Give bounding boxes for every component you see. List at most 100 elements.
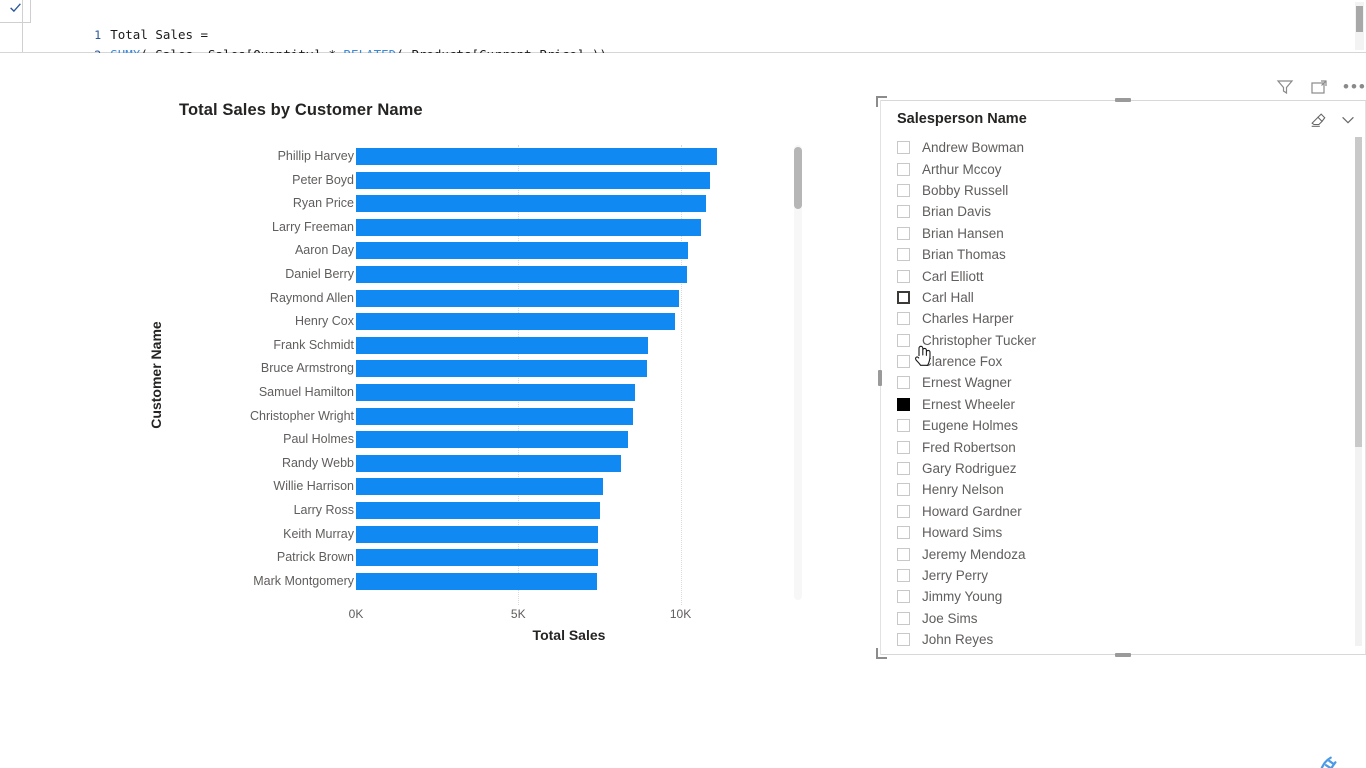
slicer-item[interactable]: Andrew Bowman [891,137,1347,158]
slicer-item[interactable]: Charles Harper [891,308,1347,329]
slicer-item[interactable]: John Reyes [891,629,1347,650]
chart-bar[interactable] [356,384,636,401]
checkbox-icon[interactable] [897,419,910,433]
chart-bar[interactable] [356,266,687,283]
chart-vertical-scrollbar[interactable] [794,145,802,600]
chart-bar[interactable] [356,242,688,260]
slicer-item[interactable]: Gary Rodriguez [891,458,1347,479]
checkbox-icon[interactable] [897,483,910,497]
salesperson-slicer[interactable]: Salesperson Name Andrew Bowman Arthur Mcc… [876,96,1366,659]
slicer-header-tools[interactable] [1309,111,1357,129]
formula-editor[interactable]: 1Total Sales = 2SUMX( Sales, Sales[Quant… [22,0,1336,62]
chart-bar[interactable] [356,148,717,165]
checkbox-icon[interactable] [897,162,910,176]
bar-chart-visual[interactable]: Total Sales by Customer Name Customer Na… [148,93,825,653]
chart-bar[interactable] [356,360,647,378]
slicer-item[interactable]: Henry Nelson [891,479,1347,500]
checkmark-icon [9,2,21,12]
resize-handle-top[interactable] [1115,98,1131,102]
resize-handle-bottom[interactable] [1115,653,1131,657]
checkbox-icon[interactable] [897,226,910,240]
slicer-item-label: Bobby Russell [922,182,1009,198]
checkbox-icon[interactable] [897,462,910,476]
focus-mode-icon[interactable] [1309,77,1329,97]
checkbox-icon[interactable] [897,569,910,582]
slicer-item[interactable]: Carl Hall [891,287,1347,308]
checkbox-icon[interactable] [897,633,910,647]
category-label: Larry Freeman [272,219,354,234]
slicer-item-label: Ernest Wheeler [922,396,1016,412]
chart-bar[interactable] [356,572,597,590]
slicer-item[interactable]: Brian Hansen [891,223,1347,244]
slicer-item-label: Henry Nelson [922,482,1004,498]
chart-bar[interactable] [356,313,676,331]
slicer-item[interactable]: Brian Davis [891,201,1347,222]
checkbox-icon[interactable] [897,355,910,369]
checkbox-icon[interactable] [897,205,910,219]
dna-helix-icon [1320,756,1337,768]
chart-bar[interactable] [356,171,711,189]
checkbox-icon[interactable] [897,183,910,197]
slicer-item[interactable]: Eugene Holmes [891,415,1347,436]
slicer-item[interactable]: Jerry Perry [891,565,1347,586]
slicer-item[interactable]: Jeremy Mendoza [891,543,1347,564]
chart-bar[interactable] [356,195,706,213]
checkbox-icon[interactable] [897,590,910,604]
checkbox-icon[interactable] [897,290,910,304]
filter-funnel-icon[interactable] [1275,77,1295,97]
checkbox-icon[interactable] [897,269,910,283]
scrollbar-thumb[interactable] [1356,6,1363,32]
chart-bar[interactable] [356,431,628,449]
resize-handle-left[interactable] [878,369,882,386]
resize-handle-top-left[interactable] [876,96,887,107]
slicer-item[interactable]: Brian Thomas [891,244,1347,265]
checkbox-icon[interactable] [897,141,910,155]
chart-bar[interactable] [356,502,600,519]
checkbox-icon[interactable] [897,333,910,347]
checkbox-icon[interactable] [897,397,910,411]
slicer-item[interactable]: Howard Gardner [891,501,1347,522]
checkbox-icon[interactable] [897,248,910,262]
slicer-item[interactable]: Fred Robertson [891,436,1347,457]
slicer-item-list[interactable]: Andrew Bowman Arthur Mccoy Bobby Russell Br… [891,137,1347,648]
slicer-item-label: Howard Sims [922,525,1003,541]
chart-bar[interactable] [356,549,599,567]
formula-bar-scrollbar[interactable] [1355,2,1364,50]
checkbox-icon[interactable] [897,611,910,625]
category-label: Mark Montgomery [253,573,354,588]
slicer-vertical-scrollbar[interactable] [1355,137,1362,646]
scrollbar-thumb[interactable] [794,147,802,209]
checkbox-icon[interactable] [897,504,910,518]
slicer-item-label: Charles Harper [922,311,1014,327]
slicer-item[interactable]: Ernest Wheeler [891,394,1347,415]
slicer-item[interactable]: Arthur Mccoy [891,158,1347,179]
slicer-item[interactable]: Ernest Wagner [891,372,1347,393]
checkbox-icon[interactable] [897,547,910,561]
chart-bar[interactable] [356,478,603,496]
scrollbar-thumb[interactable] [1355,137,1362,447]
chart-bar[interactable] [356,525,598,543]
slicer-item[interactable]: Clarence Fox [891,351,1347,372]
checkbox-icon[interactable] [897,312,910,326]
chart-bar[interactable] [356,289,680,307]
checkbox-icon[interactable] [897,376,910,390]
dax-formula-bar[interactable]: 1Total Sales = 2SUMX( Sales, Sales[Quant… [0,0,1366,62]
checkbox-icon[interactable] [897,440,910,454]
chart-bar[interactable] [356,336,649,354]
chart-bar[interactable] [356,218,702,236]
visual-header-toolbar[interactable]: ••• [1275,77,1366,97]
resize-handle-bottom-left[interactable] [876,648,887,659]
slicer-item[interactable]: Joe Sims [891,608,1347,629]
more-options-icon[interactable]: ••• [1343,78,1366,95]
eraser-clear-selections-icon[interactable] [1309,111,1327,129]
checkbox-icon[interactable] [897,526,910,540]
slicer-item[interactable]: Howard Sims [891,522,1347,543]
chart-bar[interactable] [356,407,633,425]
slicer-item[interactable]: Carl Elliott [891,265,1347,286]
x-axis-tick-label: 5K [510,607,526,621]
chevron-down-icon[interactable] [1339,111,1357,129]
chart-bar[interactable] [356,454,622,472]
slicer-item[interactable]: Christopher Tucker [891,330,1347,351]
slicer-item[interactable]: Bobby Russell [891,180,1347,201]
slicer-item[interactable]: Jimmy Young [891,586,1347,607]
